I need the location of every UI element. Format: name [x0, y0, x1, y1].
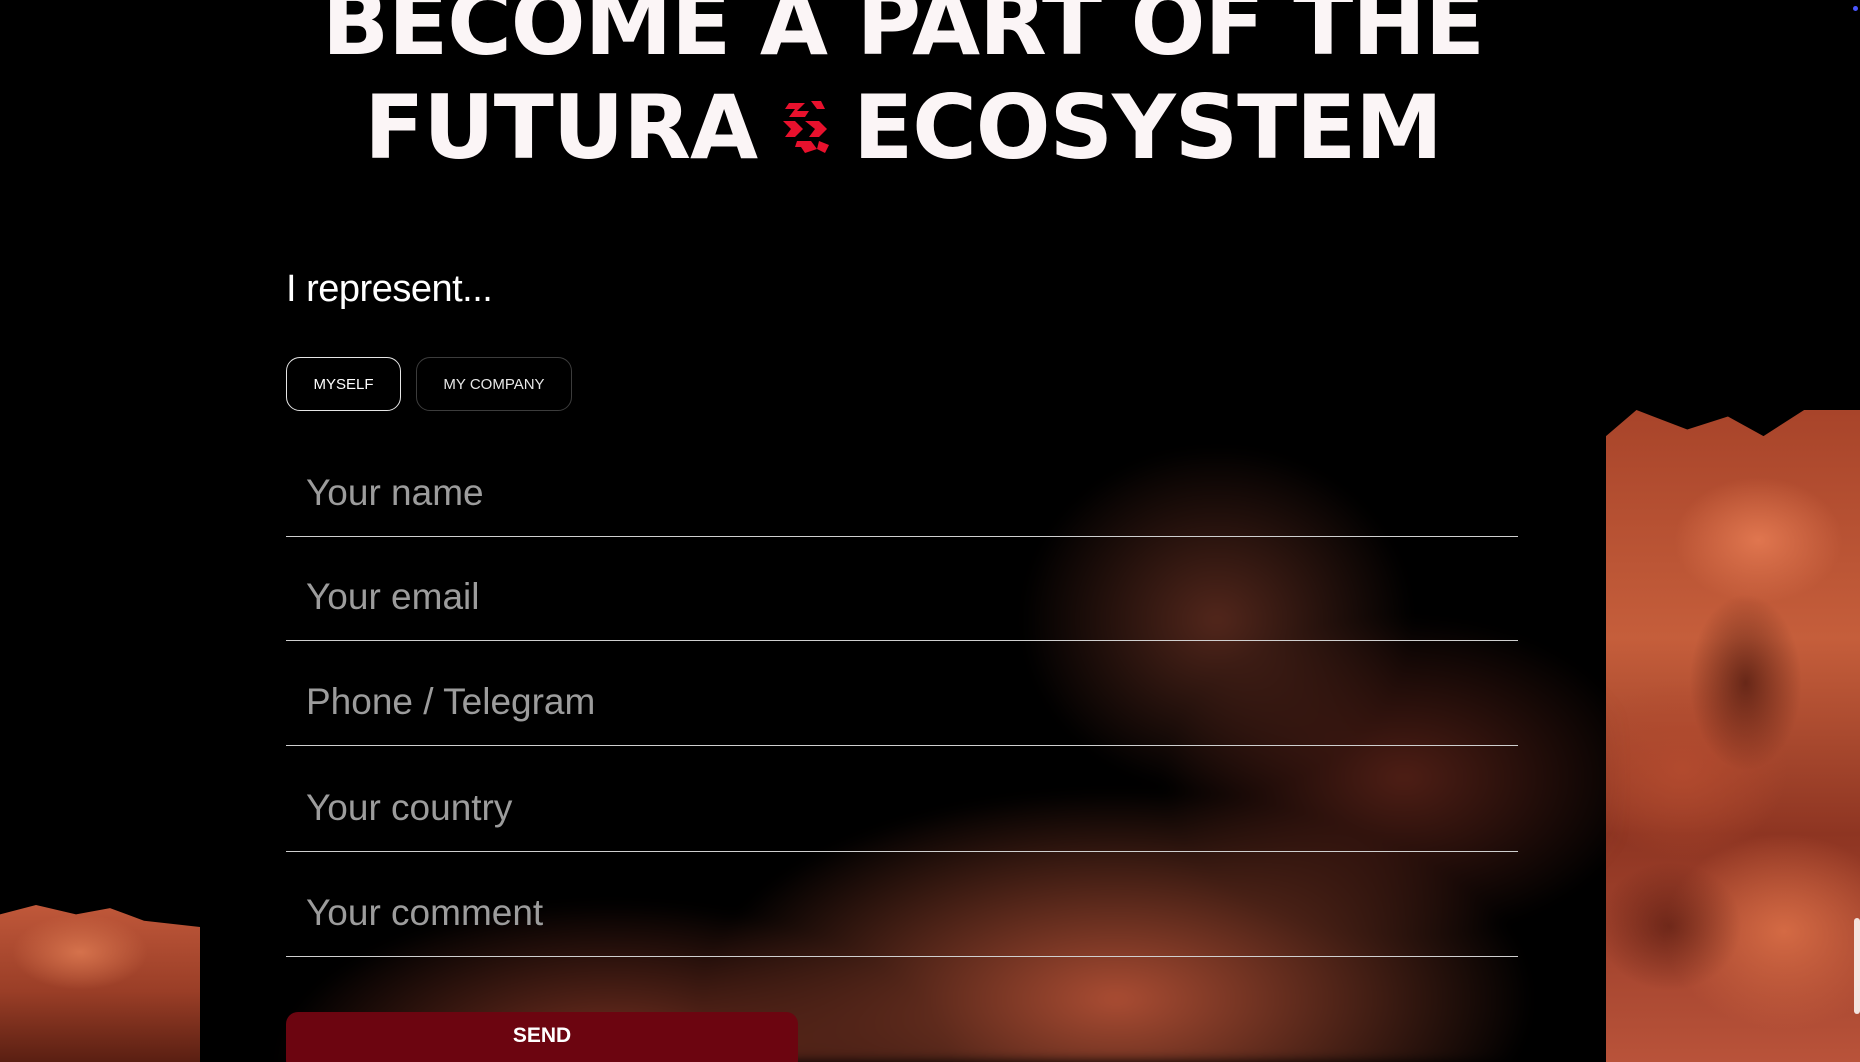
indicator-dot — [1853, 6, 1858, 11]
toggle-myself-button[interactable]: MYSELF — [286, 357, 401, 411]
scrollbar-thumb[interactable] — [1854, 918, 1860, 1014]
mars-terrain-left — [0, 905, 200, 1062]
title-line-1: BECOME A PART OF THE — [322, 0, 1485, 75]
futura-logo-icon — [783, 101, 830, 154]
page-root: BECOME A PART OF THE FUTURA ECOSYSTEM I … — [0, 0, 1860, 1062]
represent-label: I represent... — [286, 268, 493, 310]
phone-telegram-input[interactable] — [286, 658, 1518, 746]
title-line-2: FUTURA ECOSYSTEM — [0, 76, 1806, 180]
name-input[interactable] — [286, 449, 1518, 537]
email-input[interactable] — [286, 553, 1518, 641]
comment-input[interactable] — [286, 869, 1518, 957]
title-word-futura: FUTURA — [364, 76, 758, 179]
title-word-ecosystem: ECOSYSTEM — [853, 76, 1443, 179]
country-input[interactable] — [286, 764, 1518, 852]
send-button[interactable]: SEND — [286, 1012, 798, 1062]
mars-terrain-shadow — [1606, 520, 1860, 1062]
toggle-my-company-button[interactable]: MY COMPANY — [416, 357, 572, 411]
page-title: BECOME A PART OF THE FUTURA ECOSYSTEM — [0, 0, 1806, 180]
